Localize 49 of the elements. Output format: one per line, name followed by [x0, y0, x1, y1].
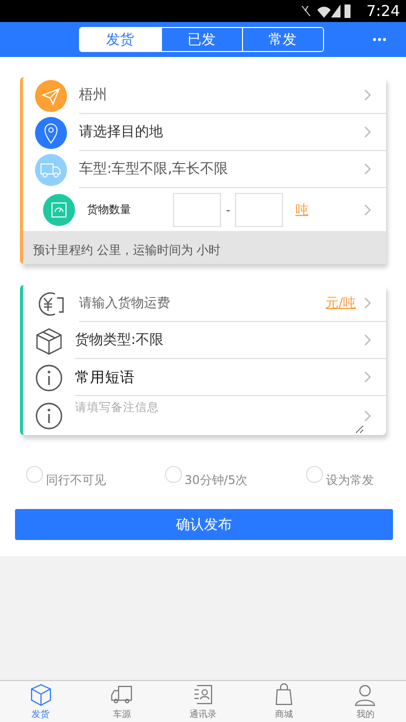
- chevron-icon: [364, 410, 372, 422]
- header-tab[interactable]: 发货: [80, 28, 160, 51]
- info-icon: [35, 364, 63, 392]
- radio-button[interactable]: [26, 466, 43, 483]
- chevron-icon: [364, 297, 372, 309]
- route-text: 梧州: [79, 86, 108, 104]
- info-icon: [35, 402, 63, 430]
- scale-icon: [43, 194, 75, 226]
- radio-button[interactable]: [306, 466, 323, 483]
- cargo-type-text: 货物类型:不限: [75, 331, 165, 349]
- nav-tab[interactable]: 通讯录: [162, 681, 244, 722]
- quantity-min-field[interactable]: [173, 192, 221, 226]
- box-icon: [35, 326, 63, 354]
- chevron-icon: [364, 334, 372, 346]
- radio-button[interactable]: [164, 466, 182, 483]
- route-row[interactable]: 梧州: [23, 77, 386, 114]
- route-text: 请选择目的地: [79, 123, 164, 141]
- nav-tab[interactable]: 我的: [324, 681, 406, 722]
- chevron-icon: [364, 163, 372, 175]
- location-pin-icon: [35, 116, 67, 148]
- quantity-max-field[interactable]: [235, 192, 284, 226]
- more-icon[interactable]: [373, 38, 386, 41]
- option-label: 设为常发: [326, 472, 374, 489]
- header-tab[interactable]: 常发: [242, 28, 322, 51]
- route-row[interactable]: 请选择目的地: [23, 114, 386, 151]
- submit-button[interactable]: 确认发布: [15, 509, 393, 540]
- status-time: 7:24: [366, 2, 400, 20]
- chevron-icon: [364, 126, 372, 138]
- chevron-icon: [364, 89, 372, 101]
- chevron-icon: [364, 204, 372, 216]
- phrases-text: 常用短语: [75, 368, 136, 386]
- route-row[interactable]: 车型:车型不限,车长不限: [23, 151, 386, 188]
- chevron-icon: [364, 371, 372, 383]
- range-dash: -: [226, 202, 230, 216]
- option-label: 同行不可见: [46, 472, 106, 489]
- remark-field[interactable]: 请填写备注信息: [75, 400, 364, 434]
- freight-field[interactable]: 请输入货物运费: [79, 296, 326, 310]
- truck-icon: [35, 154, 67, 186]
- route-text: 车型:车型不限,车长不限: [79, 160, 230, 178]
- nav-tab[interactable]: 发货: [0, 681, 82, 722]
- option-label: 30分钟/5次: [184, 472, 248, 489]
- box-icon: [28, 683, 53, 707]
- paper-plane-icon: [35, 80, 67, 112]
- quantity-label: 货物数量: [87, 202, 132, 217]
- unit-link[interactable]: 吨: [295, 200, 364, 218]
- person-icon: [353, 683, 378, 707]
- estimate-text: 预计里程约 公里，运输时间为 小时: [33, 243, 221, 257]
- nav-tab[interactable]: 商城: [244, 681, 325, 722]
- nav-tab[interactable]: 车源: [81, 681, 162, 722]
